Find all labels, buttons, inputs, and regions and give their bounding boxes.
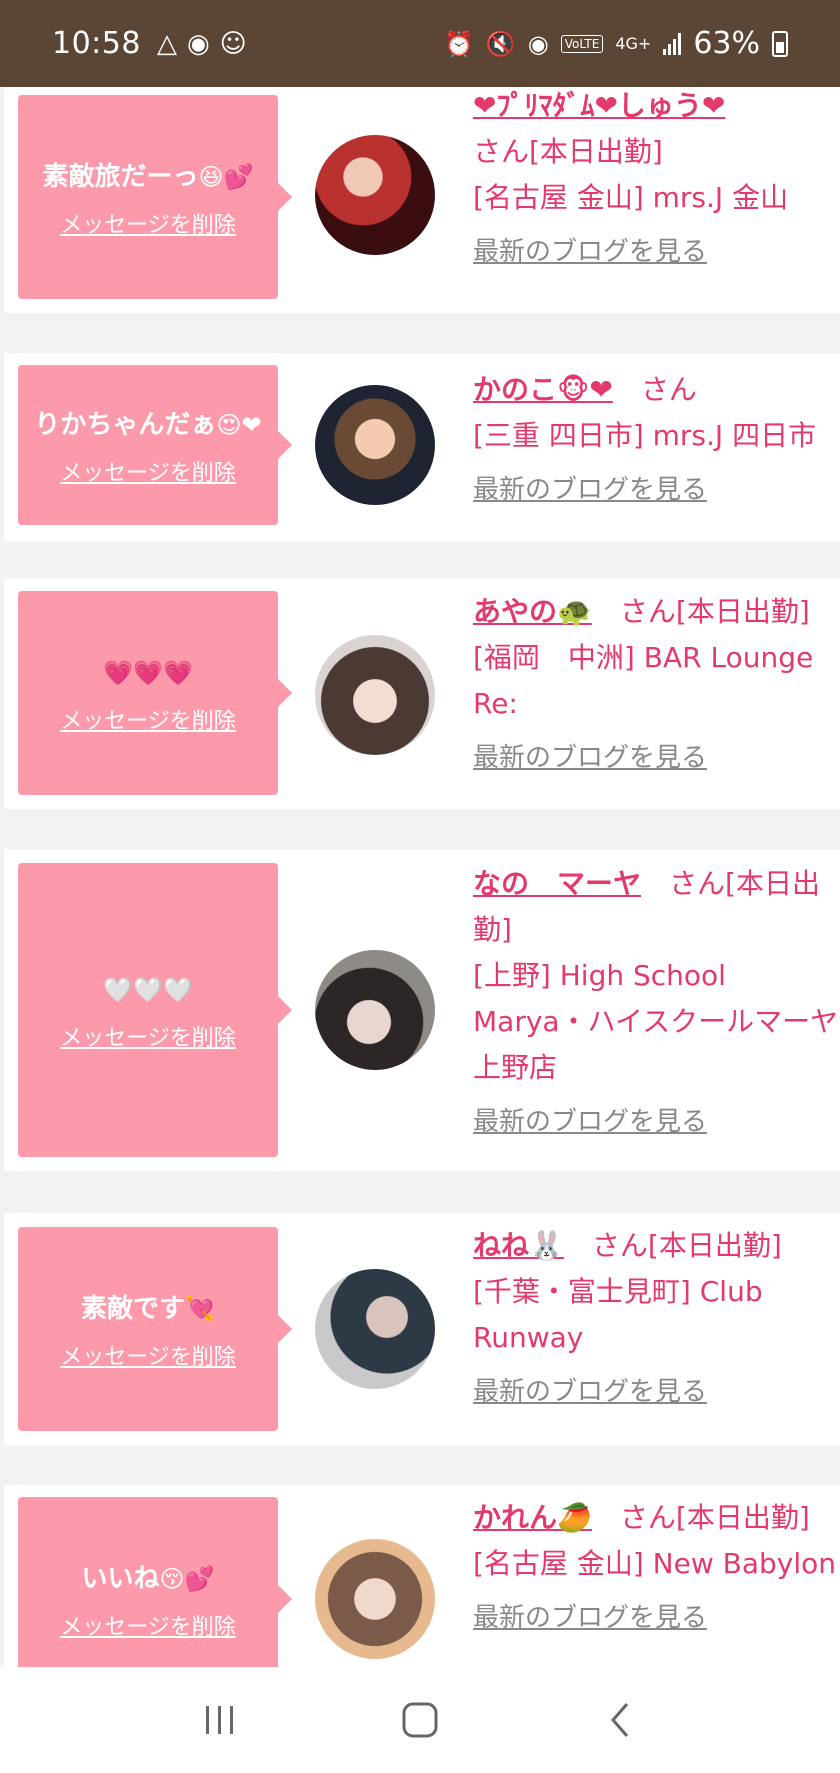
- list-item: 素敵です💘 メッセージを削除 ねね🐰 さん[本日出勤] [千葉・富士見町] Cl…: [4, 1213, 840, 1445]
- message-text: 💗💗💗: [103, 659, 193, 687]
- message-text: 🤍🤍🤍: [103, 976, 193, 1004]
- list-item: りかちゃんだぁ😍❤ メッセージを削除 かのこ🐵❤ さん [三重 四日市] mrs…: [4, 353, 840, 541]
- shop-name: [福岡 中洲] BAR Lounge Re:: [473, 641, 814, 720]
- profile-name-link[interactable]: なの マーヤ: [473, 867, 641, 900]
- volte-icon: VoLTE: [560, 34, 604, 53]
- shop-name: [千葉・富士見町] Club Runway: [473, 1275, 763, 1354]
- profile-info: ねね🐰 さん[本日出勤] [千葉・富士見町] Club Runway 最新のブロ…: [473, 1223, 840, 1415]
- profile-suffix: さん: [640, 373, 697, 406]
- status-time: 10:58: [52, 26, 141, 61]
- message-text: 素敵旅だーっ😆💕: [42, 162, 254, 192]
- home-button[interactable]: [390, 1690, 450, 1750]
- profile-name-link[interactable]: ❤ﾌﾟﾘﾏﾀﾞﾑ❤しゅう❤: [473, 89, 725, 122]
- avatar[interactable]: [315, 385, 435, 505]
- status-bar: 10:58 △ ◉ ☺ ⏰ 🔇 ◉ VoLTE 4G+ 63%: [0, 0, 840, 87]
- delete-message-link[interactable]: メッセージを削除: [60, 703, 236, 735]
- message-bubble: 🤍🤍🤍 メッセージを削除: [18, 863, 292, 1157]
- latest-blog-link[interactable]: 最新のブログを見る: [473, 1595, 707, 1641]
- latest-blog-link[interactable]: 最新のブログを見る: [473, 467, 707, 513]
- profile-suffix: さん[本日出勤]: [473, 135, 663, 168]
- system-nav-bar: [0, 1667, 840, 1773]
- message-bubble: 素敵です💘 メッセージを削除: [18, 1227, 292, 1431]
- home-icon: [402, 1702, 438, 1738]
- status-notification-icons: △ ◉ ☺: [157, 29, 247, 59]
- delete-message-link[interactable]: メッセージを削除: [60, 1020, 236, 1052]
- latest-blog-link[interactable]: 最新のブログを見る: [473, 229, 707, 275]
- profile-info: かれん🥭 さん[本日出勤] [名古屋 金山] New Babylon 最新のブロ…: [473, 1495, 840, 1641]
- battery-icon: [772, 30, 788, 57]
- recent-apps-button[interactable]: [190, 1690, 250, 1750]
- alarm-icon: ⏰: [444, 29, 474, 58]
- delete-message-link[interactable]: メッセージを削除: [60, 1609, 236, 1641]
- profile-suffix: さん[本日出勤]: [619, 1501, 810, 1534]
- back-icon: [611, 1703, 629, 1737]
- profile-suffix: さん[本日出勤]: [591, 1229, 782, 1262]
- avatar[interactable]: [315, 950, 435, 1070]
- latest-blog-link[interactable]: 最新のブログを見る: [473, 1099, 707, 1145]
- profile-name-link[interactable]: ねね🐰: [473, 1229, 564, 1262]
- profile-info: なの マーヤ さん[本日出勤] [上野] High School Marya・ハ…: [473, 861, 840, 1145]
- list-item: 素敵旅だーっ😆💕 メッセージを削除 ❤ﾌﾟﾘﾏﾀﾞﾑ❤しゅう❤ さん[本日出勤]…: [4, 87, 840, 313]
- latest-blog-link[interactable]: 最新のブログを見る: [473, 1369, 707, 1415]
- message-bubble: 💗💗💗 メッセージを削除: [18, 591, 292, 795]
- message-bubble: いいね😚💕 メッセージを削除: [18, 1497, 292, 1667]
- profile-name-link[interactable]: あやの🐢: [473, 595, 592, 628]
- message-text: いいね😚💕: [81, 1564, 215, 1594]
- delete-message-link[interactable]: メッセージを削除: [60, 455, 236, 487]
- profile-info: ❤ﾌﾟﾘﾏﾀﾞﾑ❤しゅう❤ さん[本日出勤] [名古屋 金山] mrs.J 金山…: [473, 87, 840, 275]
- shop-name: [名古屋 金山] New Babylon: [473, 1547, 836, 1580]
- signal-icon: [663, 32, 682, 55]
- list-item: 💗💗💗 メッセージを削除 あやの🐢 さん[本日出勤] [福岡 中洲] BAR L…: [4, 579, 840, 809]
- notification-icon: △: [156, 28, 177, 59]
- location-icon: ◉: [527, 29, 549, 58]
- latest-blog-link[interactable]: 最新のブログを見る: [473, 735, 707, 781]
- avatar[interactable]: [315, 1539, 435, 1659]
- shop-name: [三重 四日市] mrs.J 四日市: [473, 419, 817, 452]
- recent-apps-icon: [206, 1706, 233, 1734]
- network-type: 4G+: [615, 34, 652, 53]
- message-bubble: りかちゃんだぁ😍❤ メッセージを削除: [18, 365, 292, 525]
- face-app-icon: ◉: [186, 28, 210, 59]
- message-bubble: 素敵旅だーっ😆💕 メッセージを削除: [18, 95, 292, 299]
- face-smile-icon: ☺: [219, 28, 247, 59]
- battery-percent: 63%: [693, 26, 760, 61]
- list-item: 🤍🤍🤍 メッセージを削除 なの マーヤ さん[本日出勤] [上野] High S…: [4, 849, 840, 1171]
- profile-info: かのこ🐵❤ さん [三重 四日市] mrs.J 四日市 最新のブログを見る: [473, 367, 840, 513]
- message-text: 素敵です💘: [81, 1294, 215, 1324]
- profile-suffix: さん[本日出勤]: [619, 595, 810, 628]
- avatar[interactable]: [315, 635, 435, 755]
- message-text: りかちゃんだぁ😍❤: [34, 410, 262, 440]
- shop-name: [上野] High School Marya・ハイスクールマーヤ上野店: [473, 959, 839, 1084]
- mute-icon: 🔇: [485, 29, 516, 58]
- profile-name-link[interactable]: かれん🥭: [473, 1501, 592, 1534]
- avatar[interactable]: [315, 1269, 435, 1389]
- avatar[interactable]: [315, 135, 435, 255]
- profile-name-link[interactable]: かのこ🐵❤: [473, 373, 613, 406]
- shop-name: [名古屋 金山] mrs.J 金山: [473, 181, 789, 214]
- profile-info: あやの🐢 さん[本日出勤] [福岡 中洲] BAR Lounge Re: 最新の…: [473, 589, 840, 781]
- back-button[interactable]: [590, 1690, 650, 1750]
- status-system-icons: ⏰ 🔇 ◉ VoLTE 4G+ 63%: [444, 26, 788, 61]
- message-list[interactable]: 素敵旅だーっ😆💕 メッセージを削除 ❤ﾌﾟﾘﾏﾀﾞﾑ❤しゅう❤ さん[本日出勤]…: [0, 87, 840, 1667]
- delete-message-link[interactable]: メッセージを削除: [60, 1339, 236, 1371]
- list-item: いいね😚💕 メッセージを削除 かれん🥭 さん[本日出勤] [名古屋 金山] Ne…: [4, 1485, 840, 1667]
- delete-message-link[interactable]: メッセージを削除: [60, 207, 236, 239]
